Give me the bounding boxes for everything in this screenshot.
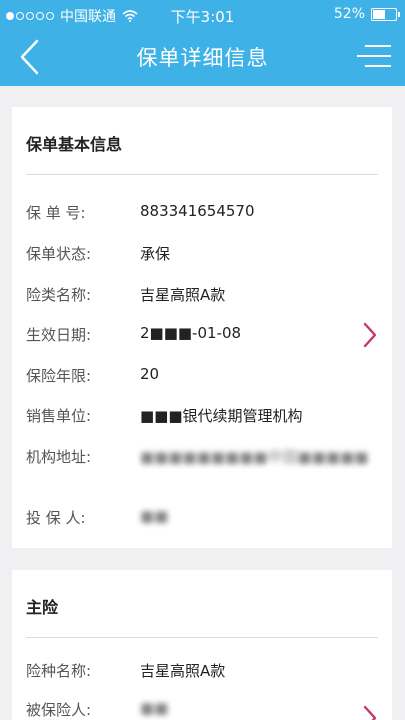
main-insurance-card: 主险 险种名称: 吉星高照A款 被保险人: ■■: [12, 570, 392, 720]
row-value: ■■■■■■■■■中国■■■■■: [140, 448, 369, 466]
header: 中国联通 下午3:01 52% 保单详细信息: [0, 0, 405, 86]
row-label: 机构地址:: [26, 448, 92, 466]
row-label: 保 单 号:: [26, 204, 86, 222]
insured-row: 被保险人: ■■: [26, 697, 378, 720]
nav-bar: 保单详细信息: [0, 28, 405, 86]
policyholder-row: 投 保 人: ■■: [26, 505, 378, 529]
divider: [26, 637, 378, 638]
row-value: ■■: [140, 507, 169, 525]
row-label: 销售单位:: [26, 407, 92, 425]
chevron-right-icon: [363, 705, 377, 720]
coverage-chevron-button[interactable]: [360, 704, 380, 720]
battery-percent: 52%: [333, 6, 365, 22]
row-value: ■■: [140, 699, 169, 717]
agency-address-row: 机构地址: ■■■■■■■■■中国■■■■■: [26, 444, 378, 492]
policy-status-row: 保单状态: 承保: [26, 241, 378, 265]
row-value: 吉星高照A款: [140, 662, 226, 680]
status-bar: 中国联通 下午3:01 52%: [0, 0, 405, 28]
menu-icon: [357, 45, 391, 67]
row-label: 险种名称:: [26, 662, 92, 680]
page-title: 保单详细信息: [136, 46, 269, 70]
sales-unit-row: 销售单位: ■■■银代续期管理机构: [26, 403, 378, 427]
row-label: 被保险人:: [26, 701, 92, 719]
row-value: 吉星高照A款: [140, 286, 226, 304]
row-label: 保险年限:: [26, 367, 92, 385]
row-label: 投 保 人:: [26, 509, 86, 527]
status-right: 52%: [333, 6, 400, 22]
divider: [26, 174, 378, 175]
chevron-right-icon: [363, 322, 377, 348]
detail-chevron-button[interactable]: [360, 321, 380, 349]
effective-date-row: 生效日期: 2■■■-01-08: [26, 322, 378, 346]
row-value: 2■■■-01-08: [140, 324, 242, 342]
product-name-row: 险类名称: 吉星高照A款: [26, 282, 378, 306]
row-value: 883341654570: [140, 202, 255, 220]
main-insurance-title: 主险: [26, 598, 59, 617]
policy-number-row: 保 单 号: 883341654570: [26, 200, 378, 224]
basic-info-card: 保单基本信息 保 单 号: 883341654570 保单状态: 承保 险类名称…: [12, 107, 392, 548]
row-value: ■■■银代续期管理机构: [140, 407, 303, 425]
row-value: 20: [140, 365, 160, 383]
basic-info-title: 保单基本信息: [26, 135, 123, 154]
row-label: 生效日期:: [26, 326, 92, 344]
battery-icon: [371, 7, 400, 21]
row-label: 保单状态:: [26, 245, 92, 263]
menu-button[interactable]: [353, 40, 393, 74]
row-label: 险类名称:: [26, 286, 92, 304]
insurance-term-row: 保险年限: 20: [26, 363, 378, 387]
coverage-name-row: 险种名称: 吉星高照A款: [26, 658, 378, 682]
row-value: 承保: [140, 245, 171, 263]
